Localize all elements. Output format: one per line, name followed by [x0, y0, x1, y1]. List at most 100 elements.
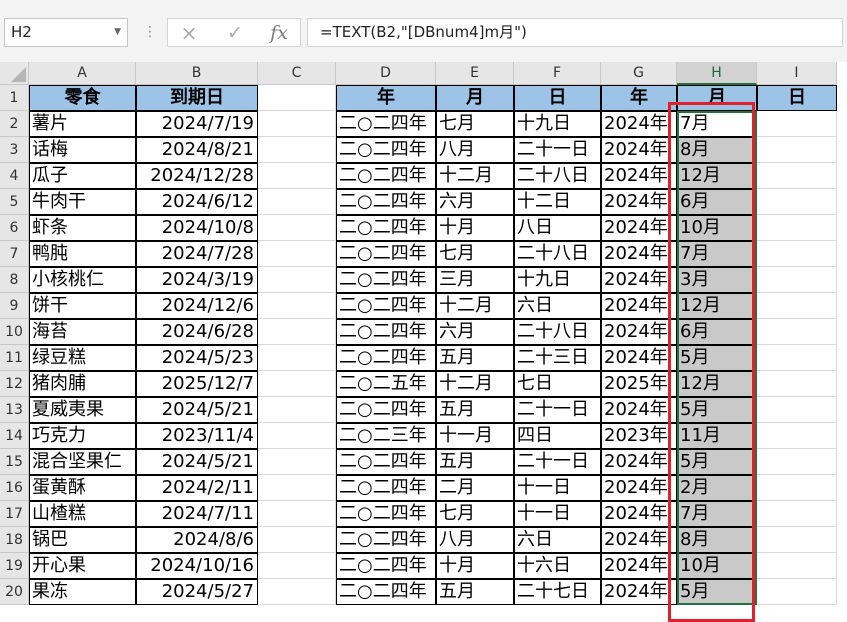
cell-g20[interactable]: 2024年	[601, 579, 677, 605]
column-header-d[interactable]: D	[336, 62, 436, 85]
cell-d9[interactable]: 二○二四年	[336, 293, 436, 319]
cell-e2[interactable]: 七月	[436, 111, 514, 137]
cell-f7[interactable]: 二十八日	[514, 241, 601, 267]
cell-h16[interactable]: 2月	[677, 475, 757, 501]
cell-i13[interactable]	[757, 397, 837, 423]
header-cell-a[interactable]: 零食	[29, 85, 136, 111]
cell-g17[interactable]: 2024年	[601, 501, 677, 527]
cell-e6[interactable]: 十月	[436, 215, 514, 241]
cell-b6[interactable]: 2024/10/8	[136, 215, 258, 241]
cell-e20[interactable]: 五月	[436, 579, 514, 605]
cell-b15[interactable]: 2024/5/21	[136, 449, 258, 475]
row-header[interactable]: 6	[0, 215, 29, 241]
cell-b8[interactable]: 2024/3/19	[136, 267, 258, 293]
cell-b19[interactable]: 2024/10/16	[136, 553, 258, 579]
cell-e12[interactable]: 十二月	[436, 371, 514, 397]
cell-i10[interactable]	[757, 319, 837, 345]
cell-f18[interactable]: 六日	[514, 527, 601, 553]
cell-h3[interactable]: 8月	[677, 137, 757, 163]
cell-b12[interactable]: 2025/12/7	[136, 371, 258, 397]
cell-c7[interactable]	[258, 241, 336, 267]
column-header-i[interactable]: I	[757, 62, 837, 85]
cell-i16[interactable]	[757, 475, 837, 501]
cell-e19[interactable]: 十月	[436, 553, 514, 579]
cell-a15[interactable]: 混合坚果仁	[29, 449, 136, 475]
cell-a11[interactable]: 绿豆糕	[29, 345, 136, 371]
cell-a7[interactable]: 鸭肫	[29, 241, 136, 267]
cell-h18[interactable]: 8月	[677, 527, 757, 553]
cell-d15[interactable]: 二○二四年	[336, 449, 436, 475]
cell-c8[interactable]	[258, 267, 336, 293]
cell-d13[interactable]: 二○二四年	[336, 397, 436, 423]
cell-d5[interactable]: 二○二四年	[336, 189, 436, 215]
row-header[interactable]: 5	[0, 189, 29, 215]
cell-c10[interactable]	[258, 319, 336, 345]
cell-i11[interactable]	[757, 345, 837, 371]
cell-b13[interactable]: 2024/5/21	[136, 397, 258, 423]
row-header[interactable]: 7	[0, 241, 29, 267]
row-header[interactable]: 15	[0, 449, 29, 475]
cell-g15[interactable]: 2024年	[601, 449, 677, 475]
cell-c16[interactable]	[258, 475, 336, 501]
cell-e13[interactable]: 五月	[436, 397, 514, 423]
cell-i18[interactable]	[757, 527, 837, 553]
row-header[interactable]: 16	[0, 475, 29, 501]
cell-b14[interactable]: 2023/11/4	[136, 423, 258, 449]
cell-i15[interactable]	[757, 449, 837, 475]
cell-d19[interactable]: 二○二四年	[336, 553, 436, 579]
row-header[interactable]: 11	[0, 345, 29, 371]
cell-f10[interactable]: 二十八日	[514, 319, 601, 345]
cell-a18[interactable]: 锅巴	[29, 527, 136, 553]
cell-a6[interactable]: 虾条	[29, 215, 136, 241]
cell-g3[interactable]: 2024年	[601, 137, 677, 163]
cell-f13[interactable]: 二十一日	[514, 397, 601, 423]
cell-d16[interactable]: 二○二四年	[336, 475, 436, 501]
cell-i17[interactable]	[757, 501, 837, 527]
cell-b5[interactable]: 2024/6/12	[136, 189, 258, 215]
cell-f5[interactable]: 十二日	[514, 189, 601, 215]
cell-a3[interactable]: 话梅	[29, 137, 136, 163]
cell-i6[interactable]	[757, 215, 837, 241]
row-header[interactable]: 14	[0, 423, 29, 449]
row-header[interactable]: 12	[0, 371, 29, 397]
header-cell-i[interactable]: 日	[757, 85, 837, 111]
cell-b7[interactable]: 2024/7/28	[136, 241, 258, 267]
cell-g13[interactable]: 2024年	[601, 397, 677, 423]
cell-h9[interactable]: 12月	[677, 293, 757, 319]
header-cell-f[interactable]: 日	[514, 85, 601, 111]
cell-h4[interactable]: 12月	[677, 163, 757, 189]
cell-g18[interactable]: 2024年	[601, 527, 677, 553]
cell-c12[interactable]	[258, 371, 336, 397]
cell-g10[interactable]: 2024年	[601, 319, 677, 345]
cell-e17[interactable]: 七月	[436, 501, 514, 527]
cell-d10[interactable]: 二○二四年	[336, 319, 436, 345]
cell-e4[interactable]: 十二月	[436, 163, 514, 189]
cell-e11[interactable]: 五月	[436, 345, 514, 371]
column-header-a[interactable]: A	[29, 62, 136, 85]
cell-e18[interactable]: 八月	[436, 527, 514, 553]
cell-h6[interactable]: 10月	[677, 215, 757, 241]
cell-g14[interactable]: 2023年	[601, 423, 677, 449]
cell-h7[interactable]: 7月	[677, 241, 757, 267]
cell-b11[interactable]: 2024/5/23	[136, 345, 258, 371]
header-cell-e[interactable]: 月	[436, 85, 514, 111]
column-header-e[interactable]: E	[436, 62, 514, 85]
cell-a16[interactable]: 蛋黄酥	[29, 475, 136, 501]
cell-f14[interactable]: 四日	[514, 423, 601, 449]
cell-g16[interactable]: 2024年	[601, 475, 677, 501]
cell-i9[interactable]	[757, 293, 837, 319]
cell-c20[interactable]	[258, 579, 336, 605]
column-header-c[interactable]: C	[258, 62, 336, 85]
cell-g6[interactable]: 2024年	[601, 215, 677, 241]
row-header[interactable]: 17	[0, 501, 29, 527]
cell-d20[interactable]: 二○二四年	[336, 579, 436, 605]
cell-i19[interactable]	[757, 553, 837, 579]
cell-i7[interactable]	[757, 241, 837, 267]
cell-d8[interactable]: 二○二四年	[336, 267, 436, 293]
cell-c15[interactable]	[258, 449, 336, 475]
cell-a13[interactable]: 夏威夷果	[29, 397, 136, 423]
name-box-dropdown-icon[interactable]: ▼	[114, 19, 121, 46]
cell-i12[interactable]	[757, 371, 837, 397]
cell-g12[interactable]: 2025年	[601, 371, 677, 397]
row-header[interactable]: 2	[0, 111, 29, 137]
